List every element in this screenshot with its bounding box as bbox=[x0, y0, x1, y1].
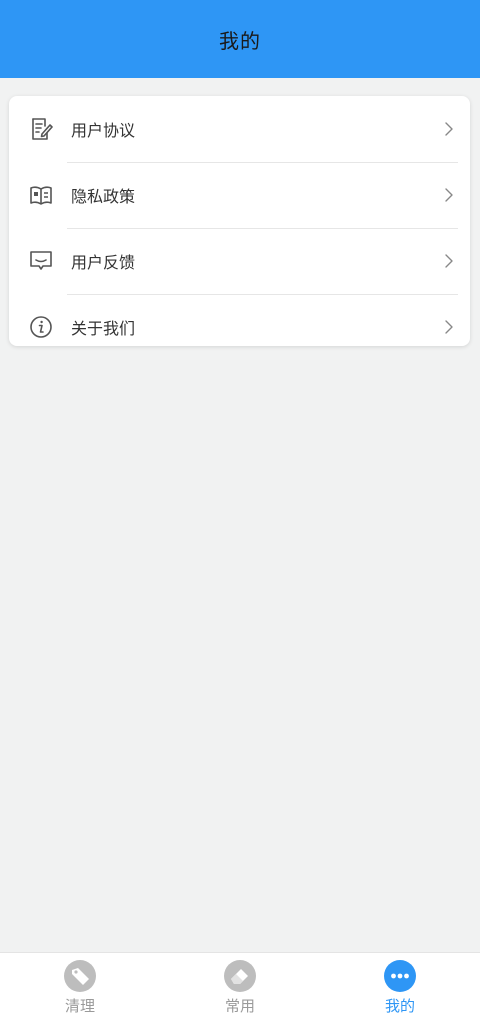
menu-item-privacy-policy[interactable]: 隐私政策 bbox=[9, 162, 470, 228]
tab-label: 我的 bbox=[384, 997, 415, 1015]
menu-item-user-feedback[interactable]: 用户反馈 bbox=[9, 228, 470, 294]
document-edit-icon bbox=[9, 96, 67, 162]
page-title: 我的 bbox=[219, 28, 261, 53]
info-icon bbox=[9, 294, 67, 360]
menu-item-about-us[interactable]: 关于我们 bbox=[9, 294, 470, 360]
more-dots-icon bbox=[383, 959, 417, 993]
menu-item-label: 隐私政策 bbox=[71, 187, 136, 206]
tab-label: 常用 bbox=[224, 997, 255, 1015]
app-root: 我的 用户协议 隐私政策 用户反馈 关于我们 清理 常用 我的 bbox=[0, 0, 480, 1020]
chevron-right-icon bbox=[434, 187, 464, 203]
tab-clean[interactable]: 清理 bbox=[0, 953, 160, 1020]
chevron-right-icon bbox=[434, 319, 464, 335]
menu-item-user-agreement[interactable]: 用户协议 bbox=[9, 96, 470, 162]
chevron-right-icon bbox=[434, 121, 464, 137]
feedback-icon bbox=[9, 228, 67, 294]
book-icon bbox=[9, 162, 67, 228]
menu-item-label: 用户反馈 bbox=[71, 253, 136, 272]
chevron-right-icon bbox=[434, 253, 464, 269]
menu-item-label: 用户协议 bbox=[71, 121, 136, 140]
menu-item-label: 关于我们 bbox=[71, 319, 136, 338]
tab-label: 清理 bbox=[64, 997, 95, 1015]
tag-icon bbox=[63, 959, 97, 993]
eraser-icon bbox=[223, 959, 257, 993]
header-bar: 我的 bbox=[0, 0, 480, 78]
bottom-tab-bar: 清理 常用 我的 bbox=[0, 952, 480, 1020]
menu-card: 用户协议 隐私政策 用户反馈 关于我们 bbox=[9, 96, 470, 346]
tab-common[interactable]: 常用 bbox=[160, 953, 320, 1020]
tab-mine[interactable]: 我的 bbox=[320, 953, 480, 1020]
